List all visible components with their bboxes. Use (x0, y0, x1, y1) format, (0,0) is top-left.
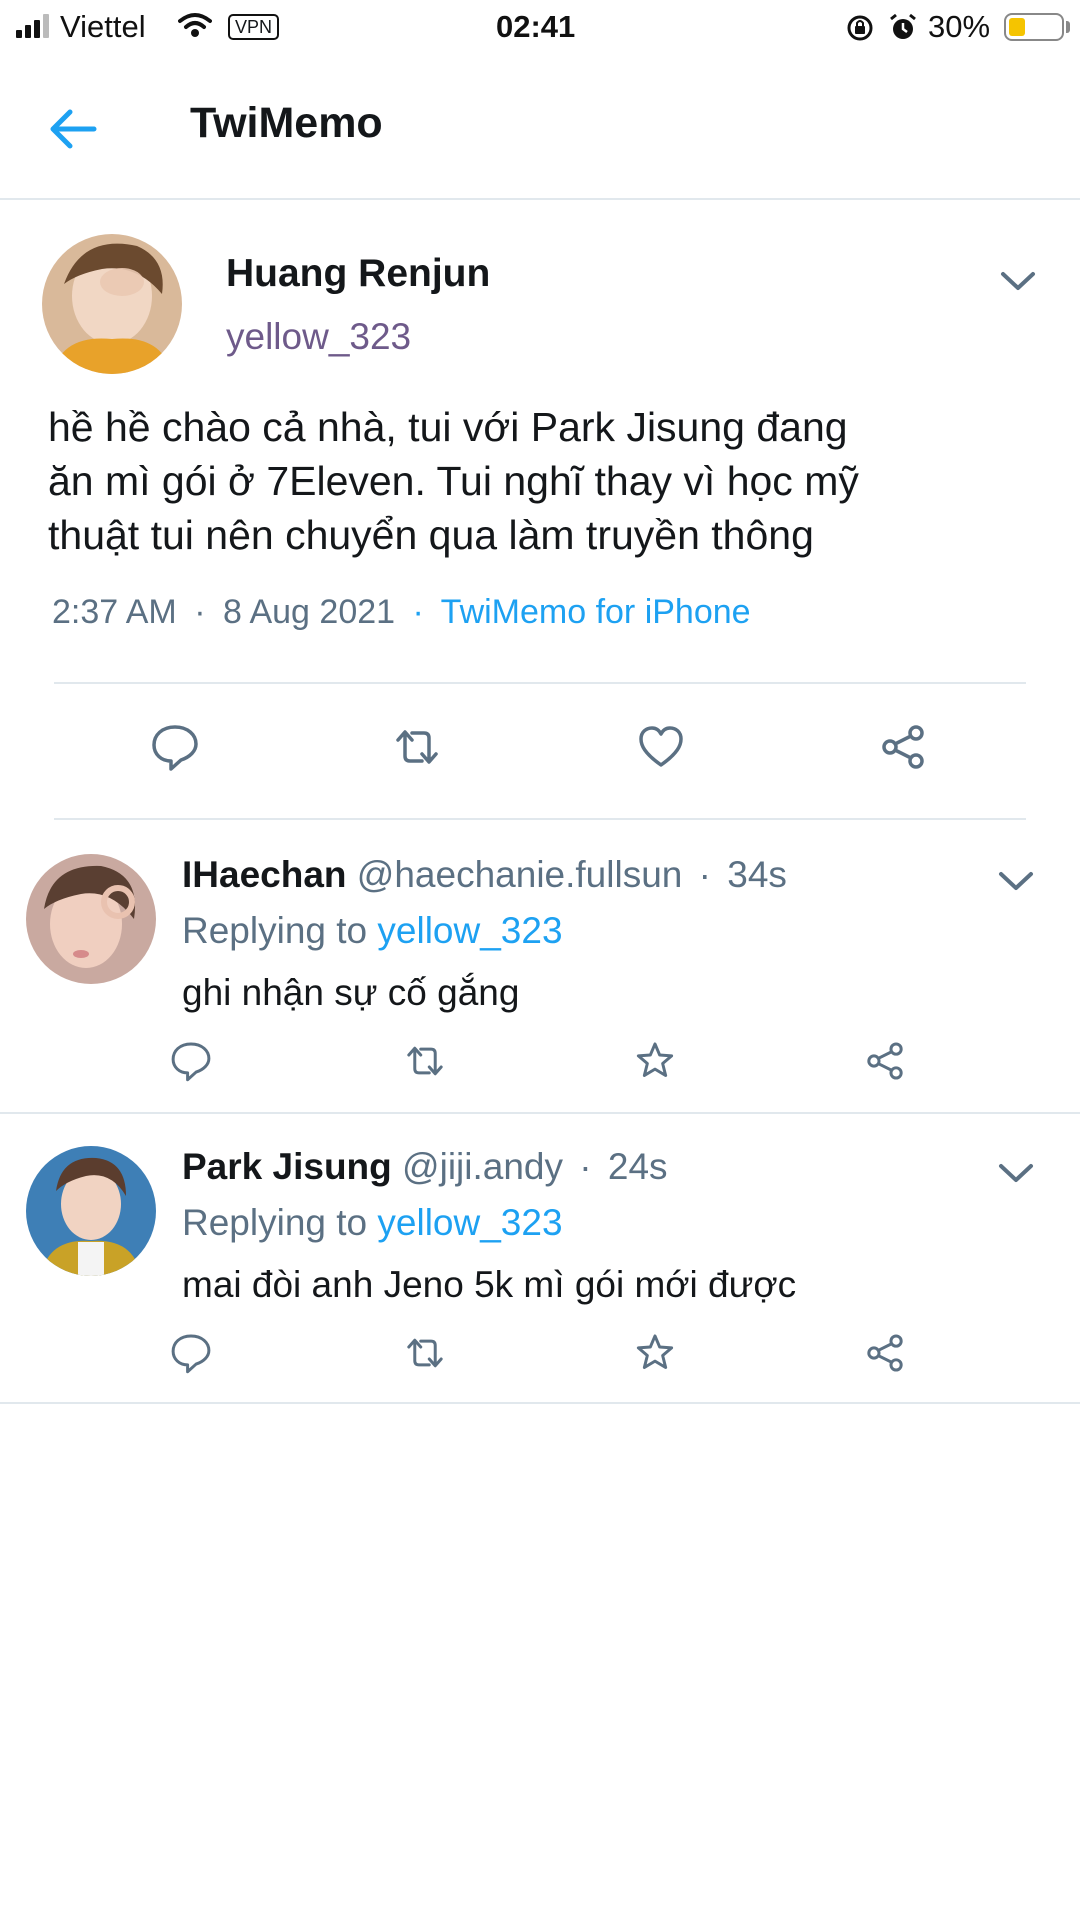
replying-to-handle[interactable]: yellow_323 (377, 910, 562, 951)
reply-text: ghi nhận sự cố gắng (182, 972, 520, 1013)
battery-icon (1004, 13, 1064, 41)
page-title: TwiMemo (190, 99, 383, 147)
replying-to-handle[interactable]: yellow_323 (377, 1202, 562, 1243)
tweet-source-link[interactable]: TwiMemo for iPhone (441, 593, 751, 631)
chevron-down-icon[interactable] (996, 866, 1036, 894)
share-icon[interactable] (876, 720, 930, 774)
reply-header: Park Jisung @jiji.andy · 24s (182, 1146, 668, 1188)
back-arrow-icon[interactable] (42, 99, 102, 159)
carrier-name: Viettel (60, 9, 146, 44)
divider (0, 1402, 1080, 1404)
vpn-badge: VPN (228, 14, 280, 40)
tweet-text-line: hề hề chào cả nhà, tui với Park Jisung đ… (48, 404, 848, 450)
meta-separator: · (579, 1146, 592, 1187)
reply-author-name[interactable]: IHaechan (182, 854, 347, 895)
reply-age: 34s (727, 854, 787, 895)
meta-separator: · (698, 854, 711, 895)
tweet-date: 8 Aug 2021 (222, 593, 396, 631)
retweet-icon[interactable] (402, 1330, 448, 1376)
avatar[interactable] (42, 234, 182, 374)
author-name[interactable]: Huang Renjun (226, 252, 490, 296)
reply-author-handle[interactable]: @jiji.andy (402, 1146, 563, 1187)
comment-icon[interactable] (148, 720, 202, 774)
replying-to-label: Replying to (182, 1202, 368, 1243)
share-icon[interactable] (862, 1330, 908, 1376)
battery-level (1009, 18, 1025, 36)
clock: 02:41 (496, 9, 576, 44)
heart-icon[interactable] (634, 720, 688, 774)
tweet-time: 2:37 AM (52, 593, 177, 631)
meta-separator: · (194, 593, 206, 631)
tweet-text-line: thuật tui nên chuyển qua làm truyền thôn… (48, 512, 814, 558)
tweet-text: hề hề chào cả nhà, tui với Park Jisung đ… (48, 400, 1058, 562)
star-icon[interactable] (632, 1038, 678, 1084)
retweet-icon[interactable] (402, 1038, 448, 1084)
battery-percent: 30% (928, 9, 991, 44)
signal-icon (16, 14, 52, 38)
reply-header: IHaechan @haechanie.fullsun · 34s (182, 854, 787, 896)
reply-tweet[interactable]: Park Jisung @jiji.andy · 24s Replying to… (0, 1114, 1080, 1404)
avatar[interactable] (26, 854, 156, 984)
reply-tweet[interactable]: IHaechan @haechanie.fullsun · 34s Replyi… (0, 820, 1080, 1112)
rotation-lock-icon (846, 14, 874, 42)
top-nav-bar: TwiMemo (0, 54, 1080, 200)
comment-icon[interactable] (168, 1038, 214, 1084)
reply-age: 24s (607, 1146, 668, 1187)
meta-separator: · (412, 593, 424, 631)
replying-to-label: Replying to (182, 910, 368, 951)
tweet-meta: 2:37 AM · 8 Aug 2021 · TwiMemo for iPhon… (52, 593, 751, 632)
reply-text: mai đòi anh Jeno 5k mì gói mới được (182, 1264, 797, 1305)
star-icon[interactable] (632, 1330, 678, 1376)
share-icon[interactable] (862, 1038, 908, 1084)
chevron-down-icon[interactable] (996, 1158, 1036, 1186)
tweet-text-line: ăn mì gói ở 7Eleven. Tui nghĩ thay vì họ… (48, 458, 859, 504)
avatar[interactable] (26, 1146, 156, 1276)
reply-author-name[interactable]: Park Jisung (182, 1146, 392, 1187)
replying-to: Replying to yellow_323 (182, 910, 563, 952)
retweet-icon[interactable] (390, 720, 444, 774)
divider (54, 682, 1026, 684)
chevron-down-icon[interactable] (998, 266, 1038, 294)
comment-icon[interactable] (168, 1330, 214, 1376)
main-tweet: Huang Renjun yellow_323 hề hề chào cả nh… (0, 200, 1080, 820)
status-bar: Viettel VPN 02:41 30% (0, 0, 1080, 54)
replying-to: Replying to yellow_323 (182, 1202, 563, 1244)
battery-tip (1066, 21, 1070, 33)
reply-author-handle[interactable]: @haechanie.fullsun (357, 854, 683, 895)
alarm-icon (888, 12, 918, 42)
wifi-icon (178, 12, 212, 38)
author-handle[interactable]: yellow_323 (226, 316, 411, 358)
